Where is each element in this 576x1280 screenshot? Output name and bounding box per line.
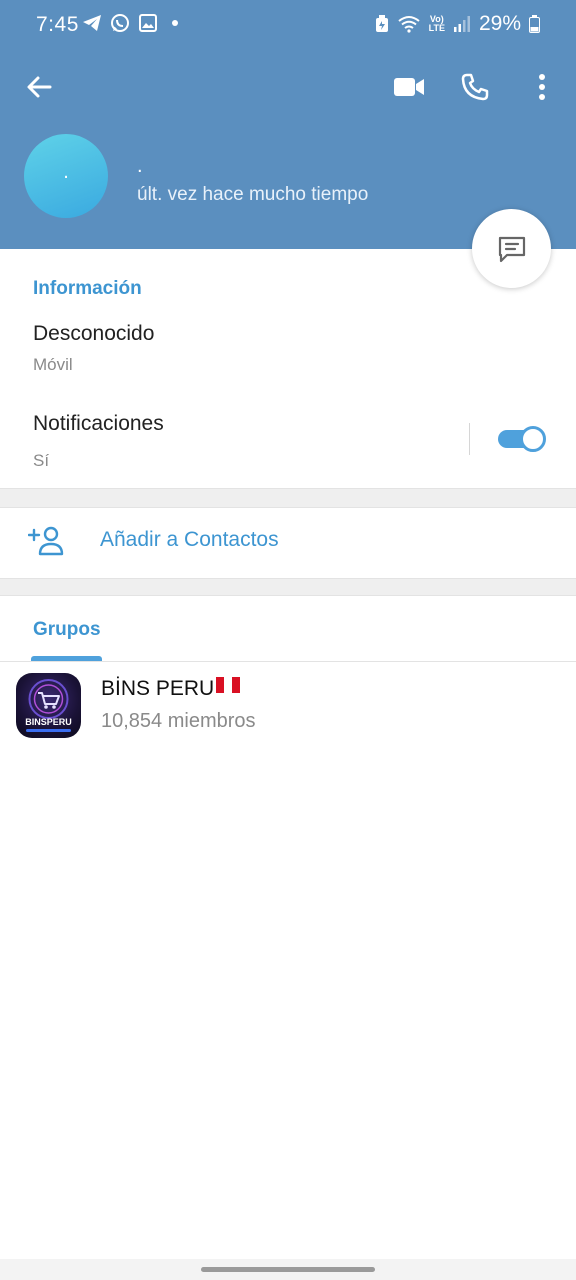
group-name: BİNS PERU [101, 675, 241, 701]
gallery-icon [138, 13, 158, 33]
volte-icon: Vo) LTE [429, 15, 445, 33]
video-call-icon [394, 78, 424, 96]
notifications-value: Sí [33, 451, 50, 470]
add-to-contacts-button[interactable]: Añadir a Contactos [0, 509, 576, 577]
video-call-button[interactable] [387, 65, 431, 109]
tab-bar-divider [0, 661, 576, 662]
group-avatar-text: BINSPERU [25, 717, 72, 727]
home-gesture-handle[interactable] [201, 1267, 375, 1272]
battery-saver-icon [375, 15, 389, 33]
signal-icon [453, 15, 471, 33]
info-section-title: Información [33, 278, 142, 299]
volte-line2: LTE [428, 23, 445, 33]
phone-icon [461, 73, 489, 101]
profile-avatar[interactable]: . [24, 134, 108, 218]
profile-header: 7:45 Vo) LTE 29% . . últ. vez hace mucho… [0, 0, 576, 249]
notifications-label: Notificaciones [33, 412, 164, 435]
wifi-icon [397, 15, 421, 33]
status-time: 7:45 [36, 13, 79, 36]
message-icon [498, 236, 525, 262]
back-button[interactable] [17, 65, 61, 109]
group-name-text: BİNS PERU [101, 677, 215, 700]
peru-flag-icon [216, 675, 241, 699]
system-nav-bar [0, 1259, 576, 1280]
notifications-toggle[interactable] [498, 426, 546, 452]
whatsapp-icon [110, 13, 130, 33]
avatar-initial: . [63, 160, 69, 183]
send-message-button[interactable] [472, 209, 551, 288]
vertical-divider [469, 423, 470, 455]
call-button[interactable] [453, 65, 497, 109]
more-notifications-dot [172, 20, 178, 26]
phone-label: Móvil [33, 355, 73, 374]
top-app-bar [0, 60, 576, 116]
section-divider [0, 578, 576, 596]
battery-icon [529, 15, 540, 33]
battery-percent: 29% [478, 12, 521, 35]
status-notification-icons [82, 13, 178, 33]
status-system-icons: Vo) LTE 29% [375, 12, 540, 36]
tab-groups[interactable]: Grupos [33, 619, 101, 641]
more-options-button[interactable] [520, 65, 564, 109]
telegram-icon [82, 13, 102, 33]
add-to-contacts-label: Añadir a Contactos [100, 528, 279, 551]
profile-name: . [137, 155, 143, 177]
toggle-knob [520, 426, 546, 452]
group-members: 10,854 miembros [101, 710, 256, 732]
last-seen-status: últ. vez hace mucho tiempo [137, 184, 369, 205]
phone-value: Desconocido [33, 322, 155, 345]
back-icon [27, 76, 52, 98]
add-contact-icon [28, 525, 64, 557]
status-bar: 7:45 Vo) LTE 29% [0, 0, 576, 52]
group-list-item[interactable]: BINSPERU BİNS PERU 10,854 miembros [0, 664, 576, 744]
more-vert-icon [539, 74, 545, 100]
section-divider [0, 488, 576, 508]
group-avatar: BINSPERU [16, 673, 81, 738]
